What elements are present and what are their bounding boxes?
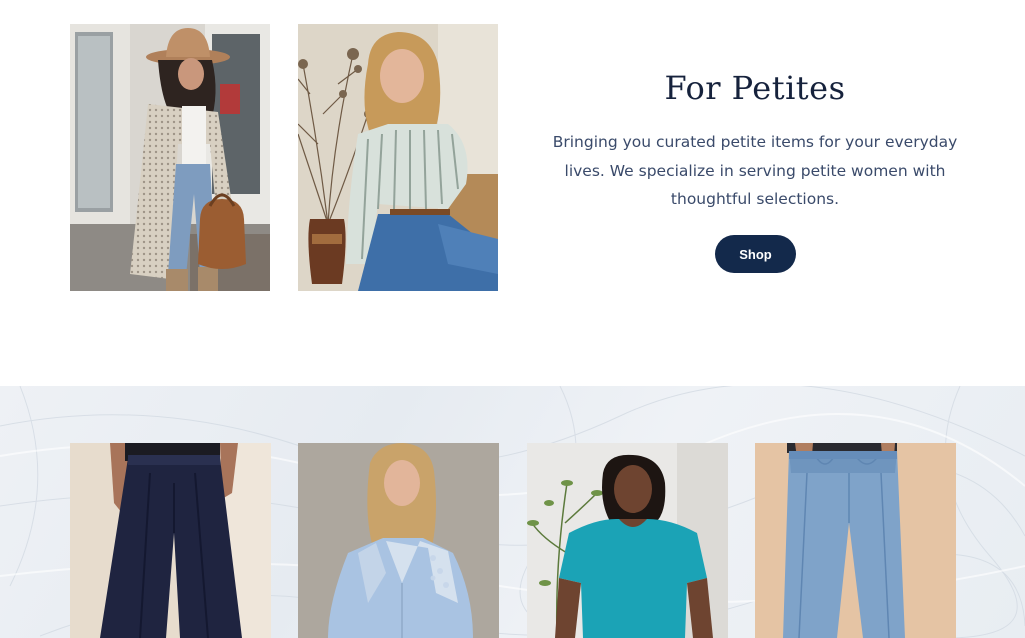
hero-photo-striped-blouse[interactable] <box>298 24 498 291</box>
product-card-teal-tshirt[interactable] <box>527 443 728 638</box>
product-card-lace-blouse[interactable] <box>298 443 499 638</box>
hero-section: For Petites Bringing you curated petite … <box>0 0 1025 386</box>
page: For Petites Bringing you curated petite … <box>0 0 1025 638</box>
product-card-flare-jeans[interactable] <box>755 443 956 638</box>
product-card-navy-pants[interactable] <box>70 443 271 638</box>
shop-button[interactable]: Shop <box>715 235 796 273</box>
section-description: Bringing you curated petite items for yo… <box>552 133 958 208</box>
section-title: For Petites <box>664 69 846 107</box>
intro-block: For Petites Bringing you curated petite … <box>545 64 965 214</box>
product-grid-section <box>0 386 1025 638</box>
hero-photo-hat-kimono[interactable] <box>70 24 270 291</box>
